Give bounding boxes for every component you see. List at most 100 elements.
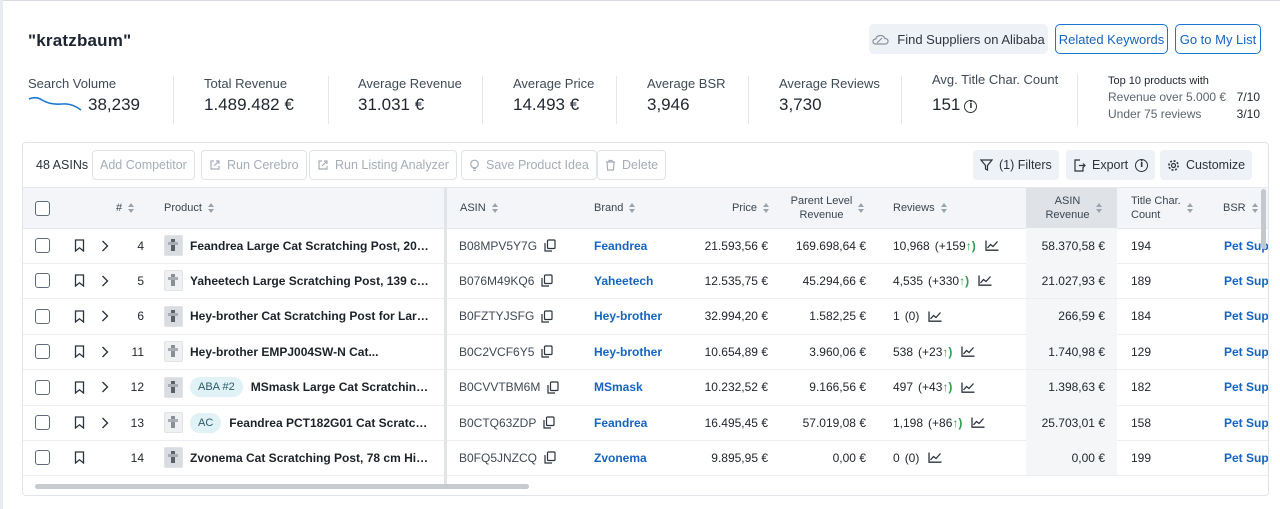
brand-link[interactable]: MSmask: [594, 380, 643, 394]
run-cerebro-button[interactable]: Run Cerebro: [201, 150, 307, 180]
run-listing-analyzer-button[interactable]: Run Listing Analyzer: [309, 150, 457, 180]
metric-label: Search Volume: [28, 76, 117, 91]
trend-chart-icon[interactable]: [971, 417, 985, 428]
bookmark-icon[interactable]: [74, 380, 85, 394]
row-checkbox[interactable]: [35, 308, 50, 324]
product-thumbnail-cell: [164, 370, 183, 405]
copy-icon[interactable]: [547, 380, 559, 394]
bookmark-icon[interactable]: [74, 416, 85, 429]
export-info-icon[interactable]: i: [1135, 158, 1149, 172]
bookmark-icon[interactable]: [74, 239, 85, 252]
related-keywords-button[interactable]: Related Keywords: [1055, 24, 1168, 54]
bookmark-icon[interactable]: [74, 274, 85, 288]
product-title[interactable]: Hey-brother Cat Scratching Post for Larg…: [190, 309, 430, 323]
table-row[interactable]: 14 Zvonema Cat Scratching Post, 78 cm Hi…: [23, 440, 1268, 477]
col-bsr[interactable]: BSR: [1223, 188, 1259, 228]
row-checkbox[interactable]: [35, 273, 50, 289]
col-reviews[interactable]: Reviews: [893, 188, 948, 228]
copy-icon[interactable]: [541, 274, 553, 287]
product-thumbnail[interactable]: [164, 305, 183, 327]
trend-chart-icon[interactable]: [961, 346, 975, 358]
save-product-idea-button[interactable]: Save Product Idea: [461, 150, 597, 180]
bsr-link[interactable]: Pet Sup: [1224, 451, 1268, 465]
bookmark-icon[interactable]: [74, 345, 85, 359]
chevron-right-icon[interactable]: [101, 275, 109, 287]
col-parent-revenue[interactable]: Parent Level Revenue: [788, 188, 868, 228]
product-title[interactable]: Hey-brother EMPJ004SW-N Cat...: [190, 345, 378, 359]
trend-chart-icon[interactable]: [928, 311, 942, 322]
table-row[interactable]: 12 ABA #2 MSmask Large Cat Scratching...…: [23, 369, 1268, 406]
brand-link[interactable]: Hey-brother: [594, 309, 662, 323]
customize-button[interactable]: Customize: [1160, 150, 1253, 180]
bookmark-icon[interactable]: [74, 451, 85, 465]
asin-cell: B0C2VCF6Y5: [459, 334, 553, 369]
bsr-link[interactable]: Pet Sup: [1224, 309, 1268, 323]
product-thumbnail[interactable]: [164, 270, 183, 292]
reviews-delta: (0): [904, 309, 920, 324]
product-title[interactable]: Zvonema Cat Scratching Post, 78 cm Hig..…: [190, 451, 430, 465]
add-competitor-button[interactable]: Add Competitor: [92, 150, 195, 180]
row-checkbox[interactable]: [35, 450, 50, 466]
go-to-my-list-button[interactable]: Go to My List: [1175, 24, 1261, 54]
chevron-right-icon[interactable]: [101, 310, 109, 322]
select-all-checkbox[interactable]: [35, 200, 50, 216]
col-price[interactable]: Price: [703, 188, 770, 228]
table-row[interactable]: 6 Hey-brother Cat Scratching Post for La…: [23, 298, 1268, 335]
brand-link[interactable]: Yaheetech: [594, 274, 653, 288]
brand-link[interactable]: Hey-brother: [594, 345, 662, 359]
col-product[interactable]: Product: [164, 188, 215, 228]
col-brand[interactable]: Brand: [594, 188, 636, 228]
col-asin[interactable]: ASIN: [460, 188, 499, 228]
table-row[interactable]: 11 Hey-brother EMPJ004SW-N Cat... B0C2VC…: [23, 334, 1268, 371]
delete-button[interactable]: Delete: [597, 150, 667, 180]
product-thumbnail[interactable]: [164, 447, 183, 469]
copy-icon[interactable]: [544, 239, 556, 252]
chevron-right-icon[interactable]: [101, 240, 109, 252]
col-title-char-count[interactable]: Title Char. Count: [1131, 188, 1194, 228]
product-title[interactable]: MSmask Large Cat Scratching...: [251, 380, 430, 394]
brand-link[interactable]: Zvonema: [594, 451, 647, 465]
bsr-link[interactable]: Pet Sup: [1224, 380, 1268, 394]
col-asin-revenue[interactable]: ASIN Revenue: [1033, 188, 1115, 228]
export-button[interactable]: Export i: [1066, 150, 1156, 180]
vertical-scrollbar[interactable]: [1261, 189, 1266, 249]
filters-button[interactable]: (1) Filters: [973, 150, 1059, 180]
row-checkbox[interactable]: [35, 344, 50, 360]
row-checkbox[interactable]: [35, 415, 50, 430]
product-title[interactable]: Feandrea Large Cat Scratching Post, 206.…: [190, 239, 430, 253]
brand-link[interactable]: Feandrea: [594, 416, 647, 430]
product-thumbnail[interactable]: [164, 341, 183, 363]
table-row[interactable]: 4 Feandrea Large Cat Scratching Post, 20…: [23, 228, 1268, 264]
bsr-link[interactable]: Pet Sup: [1224, 345, 1268, 359]
row-checkbox[interactable]: [35, 379, 50, 395]
product-thumbnail[interactable]: [164, 412, 183, 433]
trend-chart-icon[interactable]: [985, 240, 999, 251]
trend-chart-icon[interactable]: [978, 275, 992, 287]
bsr-link[interactable]: Pet Sup: [1224, 274, 1268, 288]
row-checkbox[interactable]: [35, 238, 50, 253]
brand-link[interactable]: Feandrea: [594, 239, 647, 253]
chevron-right-icon[interactable]: [101, 346, 109, 358]
trend-chart-icon[interactable]: [928, 452, 942, 464]
copy-icon[interactable]: [541, 310, 553, 323]
bookmark-icon[interactable]: [74, 310, 85, 323]
trend-chart-icon[interactable]: [961, 382, 975, 393]
table-row[interactable]: 13 AC Feandrea PCT182G01 Cat Scratchin..…: [23, 405, 1268, 441]
chevron-right-icon[interactable]: [101, 417, 109, 429]
chevron-right-icon[interactable]: [101, 381, 109, 393]
product-title[interactable]: Feandrea PCT182G01 Cat Scratchin...: [229, 416, 430, 430]
info-icon[interactable]: i: [964, 100, 978, 113]
table-row[interactable]: 5 Yaheetech Large Scratching Post, 139 c…: [23, 263, 1268, 300]
copy-icon[interactable]: [544, 451, 556, 464]
horizontal-scrollbar[interactable]: [35, 484, 529, 489]
col-num[interactable]: #: [116, 188, 135, 228]
product-title[interactable]: Yaheetech Large Scratching Post, 139 cm.…: [190, 274, 430, 288]
filter-icon: [980, 159, 993, 171]
bsr-link[interactable]: Pet Sup: [1224, 416, 1268, 430]
find-suppliers-alibaba-button[interactable]: Find Suppliers on Alibaba: [869, 24, 1048, 54]
product-thumbnail[interactable]: [164, 376, 183, 398]
copy-icon[interactable]: [543, 416, 555, 429]
product-thumbnail[interactable]: [164, 235, 183, 256]
product-thumbnail-cell: [164, 228, 183, 263]
copy-icon[interactable]: [541, 345, 553, 358]
